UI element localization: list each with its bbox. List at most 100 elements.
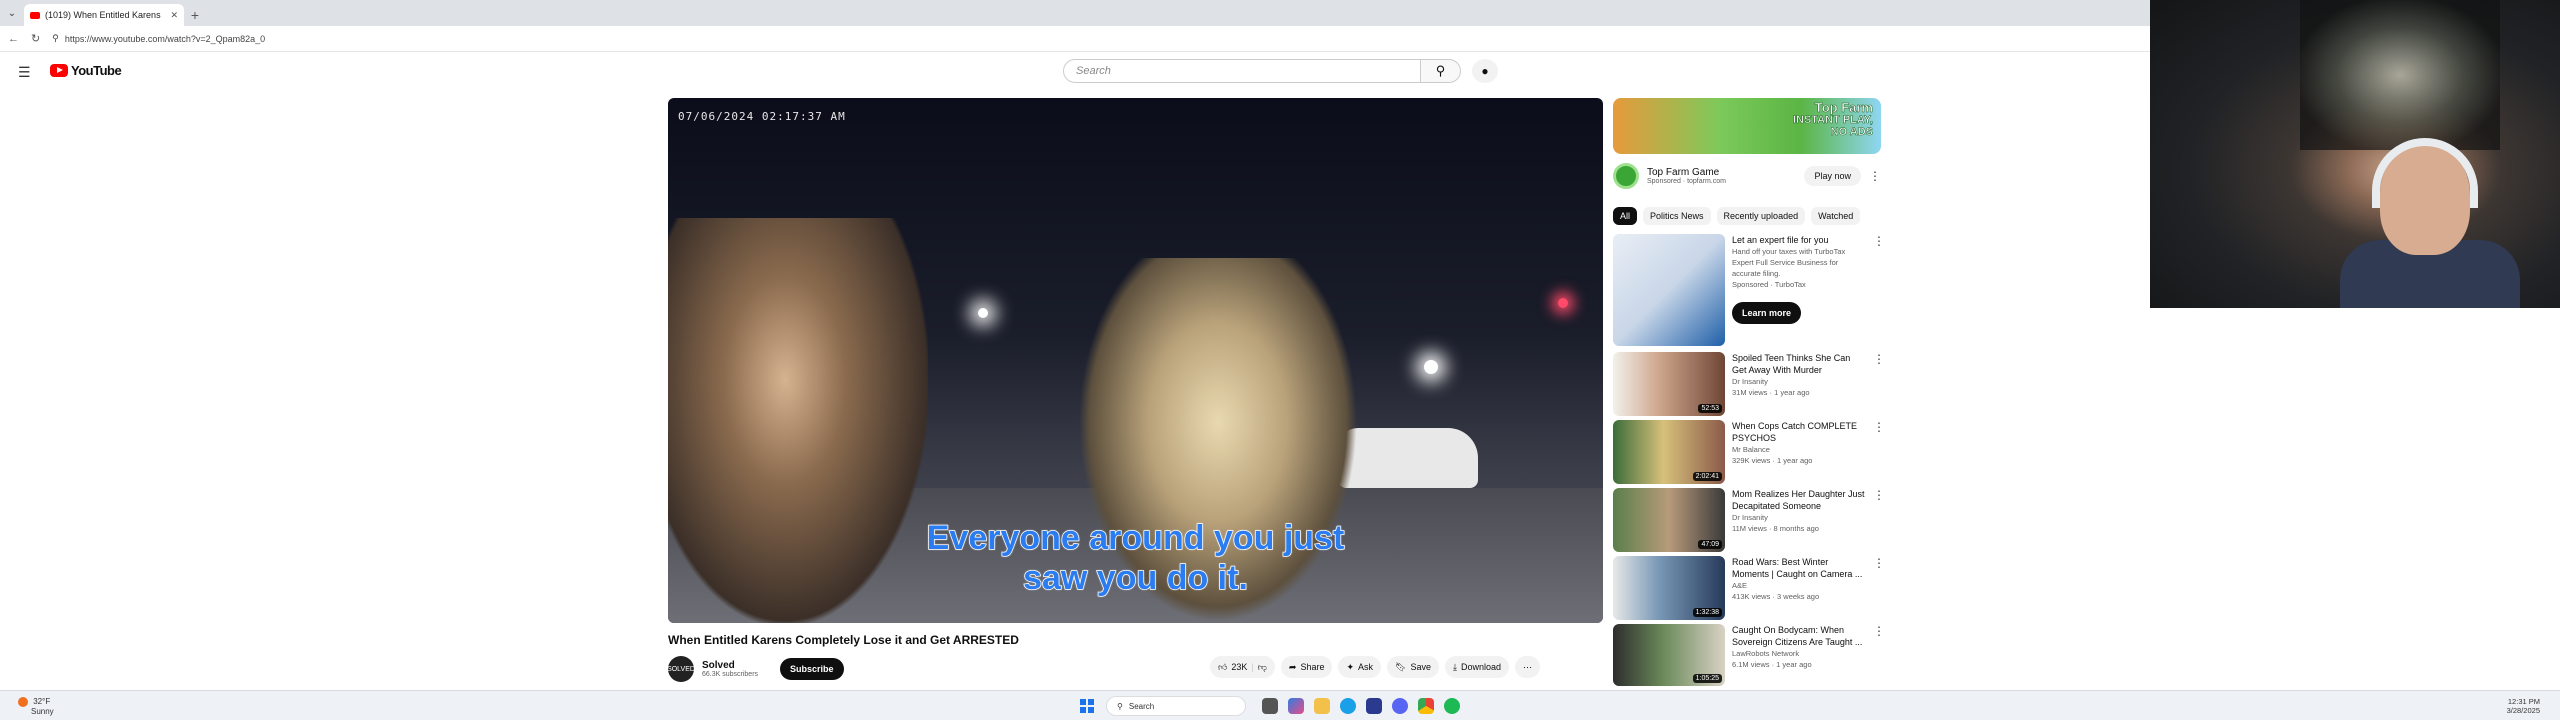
ad-more-icon[interactable]: ⋮ — [1869, 169, 1881, 183]
more-actions-button[interactable]: ⋯ — [1515, 656, 1541, 678]
hamburger-menu-icon[interactable]: ☰ — [18, 64, 31, 81]
discord-icon[interactable] — [1392, 698, 1408, 714]
ad-banner-text: Top Farm INSTANT PLAY, NO ADS — [1793, 101, 1874, 139]
list-item-title[interactable]: Road Wars: Best Winter Moments | Caught … — [1732, 556, 1866, 580]
video-light — [1424, 360, 1438, 374]
list-item[interactable]: 52:53 Spoiled Teen Thinks She Can Get Aw… — [1613, 352, 1885, 416]
list-item-title[interactable]: Spoiled Teen Thinks She Can Get Away Wit… — [1732, 352, 1866, 376]
tab-search-chevron-icon[interactable]: ⌄ — [0, 0, 24, 26]
chrome-icon[interactable] — [1418, 698, 1434, 714]
channel-avatar[interactable]: SOLVED — [667, 656, 695, 682]
windows-logo-icon — [1088, 699, 1094, 705]
browser-tab-strip: ⌄ (1019) When Entitled Karens ✕ + — [0, 0, 2150, 26]
list-item[interactable]: 2:02:41 When Cops Catch COMPLETE PSYCHOS… — [1613, 420, 1885, 484]
list-item-meta: 11M views · 8 months ago — [1732, 524, 1819, 533]
windows-logo-icon — [1080, 707, 1086, 713]
weather-condition: Sunny — [31, 707, 54, 716]
save-button[interactable]: 🔖︎ Save — [1387, 656, 1439, 678]
search-icon: ⚲ — [1435, 63, 1446, 78]
browser-tab[interactable]: (1019) When Entitled Karens ✕ — [24, 4, 184, 26]
taskbar-search-label: Search — [1128, 701, 1155, 711]
system-tray[interactable]: 12:31 PM 3/28/2025 — [2507, 697, 2540, 715]
address-bar[interactable]: ⚲ https://www.youtube.com/watch?v=2_Qpam… — [52, 33, 265, 44]
list-item-channel[interactable]: Dr Insanity — [1732, 376, 1866, 387]
start-button[interactable] — [1080, 699, 1094, 713]
like-button[interactable]: 👍︎ 23K | 👎︎ — [1210, 656, 1275, 678]
taskbar-search[interactable]: ⚲ Search — [1106, 696, 1246, 716]
file-explorer-icon[interactable] — [1314, 698, 1330, 714]
site-info-icon[interactable]: ⚲ — [52, 33, 59, 44]
reload-icon[interactable]: ↻ — [31, 32, 40, 45]
voice-search-button[interactable]: ● — [1472, 59, 1498, 83]
video-thumbnail[interactable]: 52:53 — [1613, 352, 1725, 416]
youtube-logo[interactable]: YouTube — [50, 63, 122, 78]
item-more-icon[interactable]: ⋮ — [1873, 556, 1885, 620]
chip-politics-news[interactable]: Politics News — [1643, 207, 1711, 225]
video-thumbnail[interactable]: 2:02:41 — [1613, 420, 1725, 484]
chip-recently-uploaded[interactable]: Recently uploaded — [1716, 207, 1806, 225]
search-input[interactable]: Search — [1063, 59, 1421, 83]
new-tab-button[interactable]: + — [184, 4, 206, 26]
channel-name[interactable]: Solved — [702, 660, 758, 671]
play-now-button[interactable]: Play now — [1804, 166, 1861, 186]
list-item-channel[interactable]: Dr Insanity — [1732, 512, 1866, 523]
copilot-icon[interactable] — [1288, 698, 1304, 714]
list-item-channel[interactable]: LawRobots Network — [1732, 648, 1866, 659]
youtube-header: ☰ YouTube Search ⚲ ● — [0, 56, 2150, 86]
video-thumbnail[interactable]: 47:09 — [1613, 488, 1725, 552]
video-light — [978, 308, 988, 318]
list-item-description: Hand off your taxes with TurboTax Expert… — [1732, 247, 1846, 278]
chip-all[interactable]: All — [1613, 207, 1638, 225]
edge-icon[interactable] — [1340, 698, 1356, 714]
share-icon: ➦ — [1288, 661, 1297, 672]
list-item-meta: 31M views · 1 year ago — [1732, 388, 1810, 397]
tab-close-icon[interactable]: ✕ — [170, 10, 178, 21]
share-button[interactable]: ➦ Share — [1280, 656, 1333, 678]
video-thumbnail[interactable] — [1613, 234, 1725, 346]
item-more-icon[interactable]: ⋮ — [1873, 488, 1885, 552]
ask-button[interactable]: ✦ Ask — [1338, 656, 1382, 678]
thumbs-down-icon[interactable]: 👎︎ — [1258, 662, 1267, 673]
item-more-icon[interactable]: ⋮ — [1873, 624, 1885, 686]
list-item-title[interactable]: Caught On Bodycam: When Sovereign Citize… — [1732, 624, 1866, 648]
list-item-info: Mom Realizes Her Daughter Just Decapitat… — [1732, 488, 1866, 552]
ad-banner[interactable]: Top Farm INSTANT PLAY, NO ADS — [1613, 98, 1881, 154]
channel-row: SOLVED Solved 66.3K subscribers Subscrib… — [667, 656, 844, 682]
list-item-info: Spoiled Teen Thinks She Can Get Away Wit… — [1732, 352, 1866, 416]
video-player[interactable]: 07/06/2024 02:17:37 AM Everyone around y… — [668, 98, 1603, 623]
learn-more-button[interactable]: Learn more — [1732, 302, 1802, 324]
filter-chips: All Politics News Recently uploaded Watc… — [1613, 207, 1861, 225]
ad-sponsored: Sponsored · topfarm.com — [1647, 178, 1726, 185]
list-item-channel[interactable]: Mr Balance — [1732, 444, 1866, 455]
list-item-title[interactable]: When Cops Catch COMPLETE PSYCHOS — [1732, 420, 1866, 444]
list-item[interactable]: 47:09 Mom Realizes Her Daughter Just Dec… — [1613, 488, 1885, 552]
spotify-icon[interactable] — [1444, 698, 1460, 714]
video-thumbnail[interactable]: 1:05:25 — [1613, 624, 1725, 686]
store-icon[interactable] — [1366, 698, 1382, 714]
download-button[interactable]: ⤓ Download — [1445, 656, 1510, 678]
item-more-icon[interactable]: ⋮ — [1873, 420, 1885, 484]
video-thumbnail[interactable]: 1:32:38 — [1613, 556, 1725, 620]
webcam-wall-art — [2300, 0, 2500, 150]
list-item-info: When Cops Catch COMPLETE PSYCHOS Mr Bala… — [1732, 420, 1866, 484]
ad-info: Top Farm Game Sponsored · topfarm.com — [1647, 167, 1726, 185]
list-item[interactable]: 1:32:38 Road Wars: Best Winter Moments |… — [1613, 556, 1885, 620]
list-item-title[interactable]: Let an expert file for you — [1732, 234, 1866, 246]
list-item[interactable]: Let an expert file for you Hand off your… — [1613, 234, 1885, 346]
search-button[interactable]: ⚲ — [1421, 59, 1461, 83]
item-more-icon[interactable]: ⋮ — [1873, 352, 1885, 416]
list-item-info: Caught On Bodycam: When Sovereign Citize… — [1732, 624, 1866, 686]
save-label: Save — [1410, 662, 1431, 672]
weather-widget[interactable]: 32°F Sunny — [18, 697, 54, 716]
task-view-icon[interactable] — [1262, 698, 1278, 714]
list-item-channel[interactable]: A&E — [1732, 580, 1866, 591]
subscribe-button[interactable]: Subscribe — [780, 658, 844, 680]
browser-toolbar: ← ↻ ⚲ https://www.youtube.com/watch?v=2_… — [0, 26, 2150, 52]
chip-watched[interactable]: Watched — [1811, 207, 1861, 225]
item-more-icon[interactable]: ⋮ — [1873, 234, 1885, 346]
list-item[interactable]: 1:05:25 Caught On Bodycam: When Sovereig… — [1613, 624, 1885, 686]
list-item-title[interactable]: Mom Realizes Her Daughter Just Decapitat… — [1732, 488, 1866, 512]
back-arrow-icon[interactable]: ← — [8, 33, 19, 45]
ad-name[interactable]: Top Farm Game — [1647, 167, 1726, 178]
video-duration: 52:53 — [1698, 404, 1722, 413]
